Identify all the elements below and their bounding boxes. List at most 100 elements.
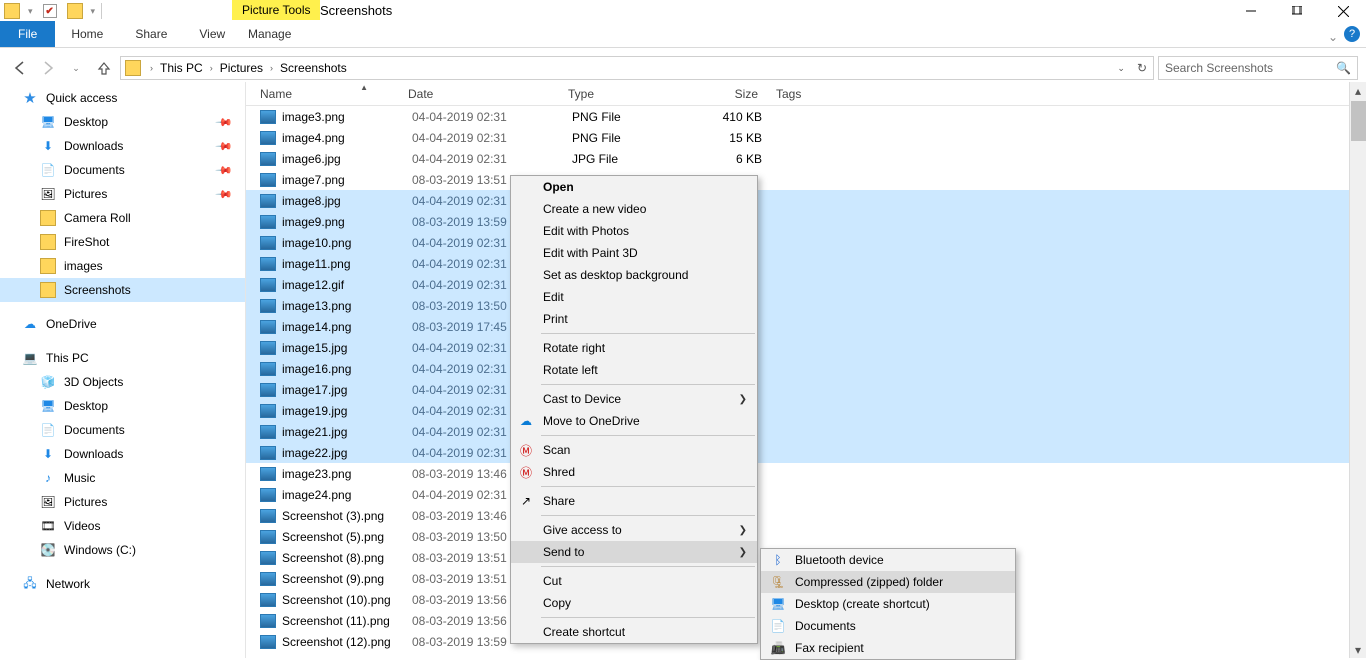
address-dropdown-icon[interactable]: ⌄: [1111, 63, 1131, 74]
sendto-desktop-shortcut[interactable]: 🖥Desktop (create shortcut): [761, 593, 1015, 615]
nav-downloads[interactable]: ⬇Downloads📌: [0, 134, 245, 158]
file-row[interactable]: image21.jpg04-04-2019 02:31: [246, 421, 1366, 442]
ctx-shred[interactable]: ⓂShred: [511, 461, 757, 483]
ctx-send-to[interactable]: Send to❯: [511, 541, 757, 563]
file-row[interactable]: Screenshot (3).png08-03-2019 13:46: [246, 505, 1366, 526]
ctx-give-access[interactable]: Give access to❯: [511, 519, 757, 541]
ctx-create-video[interactable]: Create a new video: [511, 198, 757, 220]
nav-3dobjects[interactable]: 🧊3D Objects: [0, 370, 245, 394]
file-row[interactable]: image12.gif04-04-2019 02:31: [246, 274, 1366, 295]
file-row[interactable]: image16.png04-04-2019 02:31: [246, 358, 1366, 379]
chevron-right-icon[interactable]: ›: [205, 63, 218, 73]
ctx-cut[interactable]: Cut: [511, 570, 757, 592]
nav-cameraroll[interactable]: Camera Roll: [0, 206, 245, 230]
file-row[interactable]: image8.jpg04-04-2019 02:31: [246, 190, 1366, 211]
nav-videos[interactable]: 🎞Videos: [0, 514, 245, 538]
file-row[interactable]: image17.jpg04-04-2019 02:31: [246, 379, 1366, 400]
refresh-button[interactable]: ↻: [1131, 61, 1153, 75]
col-size[interactable]: Size: [692, 87, 766, 101]
chevron-right-icon[interactable]: ›: [265, 63, 278, 73]
search-input[interactable]: Search Screenshots 🔍: [1158, 56, 1358, 80]
nav-onedrive[interactable]: ☁OneDrive: [0, 312, 245, 336]
nav-downloads2[interactable]: ⬇Downloads: [0, 442, 245, 466]
file-row[interactable]: image19.jpg04-04-2019 02:31: [246, 400, 1366, 421]
nav-windowsc[interactable]: 💽Windows (C:): [0, 538, 245, 562]
sendto-bluetooth[interactable]: ᛒBluetooth device: [761, 549, 1015, 571]
nav-fireshot[interactable]: FireShot: [0, 230, 245, 254]
back-button[interactable]: [8, 56, 32, 80]
file-row[interactable]: image15.jpg04-04-2019 02:31: [246, 337, 1366, 358]
nav-pictures2[interactable]: 🖼Pictures: [0, 490, 245, 514]
recent-locations-button[interactable]: ⌄: [64, 56, 88, 80]
ctx-move-onedrive[interactable]: ☁Move to OneDrive: [511, 410, 757, 432]
file-row[interactable]: image6.jpg04-04-2019 02:31JPG File6 KB: [246, 148, 1366, 169]
tab-file[interactable]: File: [0, 21, 55, 47]
nav-desktop[interactable]: 🖥Desktop📌: [0, 110, 245, 134]
sendto-compressed-folder[interactable]: 🗜Compressed (zipped) folder: [761, 571, 1015, 593]
chevron-right-icon[interactable]: ›: [145, 63, 158, 73]
close-button[interactable]: [1320, 0, 1366, 22]
file-row[interactable]: image13.png08-03-2019 13:50: [246, 295, 1366, 316]
file-row[interactable]: image22.jpg04-04-2019 02:31: [246, 442, 1366, 463]
tab-home[interactable]: Home: [55, 21, 119, 47]
nav-documents2[interactable]: 📄Documents: [0, 418, 245, 442]
col-date[interactable]: Date: [408, 87, 568, 101]
file-row[interactable]: image10.png04-04-2019 02:31: [246, 232, 1366, 253]
nav-documents[interactable]: 📄Documents📌: [0, 158, 245, 182]
maximize-button[interactable]: [1274, 0, 1320, 22]
minimize-button[interactable]: [1228, 0, 1274, 22]
ctx-rotate-left[interactable]: Rotate left: [511, 359, 757, 381]
scroll-thumb[interactable]: [1351, 101, 1366, 141]
file-row[interactable]: image11.png04-04-2019 02:31: [246, 253, 1366, 274]
file-row[interactable]: image14.png08-03-2019 17:45: [246, 316, 1366, 337]
nav-music[interactable]: ♪Music: [0, 466, 245, 490]
ctx-edit[interactable]: Edit: [511, 286, 757, 308]
breadcrumb-thispc[interactable]: This PC: [158, 61, 205, 75]
sendto-fax[interactable]: 📠Fax recipient: [761, 637, 1015, 659]
vertical-scrollbar[interactable]: ▴ ▾: [1349, 82, 1366, 658]
tab-manage[interactable]: Manage: [232, 21, 307, 47]
col-name[interactable]: Name▲: [260, 87, 408, 101]
file-row[interactable]: image24.png04-04-2019 02:31: [246, 484, 1366, 505]
nav-network[interactable]: 🖧Network: [0, 572, 245, 596]
forward-button[interactable]: [36, 56, 60, 80]
ctx-edit-photos[interactable]: Edit with Photos: [511, 220, 757, 242]
help-icon[interactable]: ?: [1344, 26, 1360, 42]
ctx-set-background[interactable]: Set as desktop background: [511, 264, 757, 286]
col-type[interactable]: Type: [568, 87, 692, 101]
file-row[interactable]: image23.png08-03-2019 13:46: [246, 463, 1366, 484]
file-row[interactable]: image4.png04-04-2019 02:31PNG File15 KB: [246, 127, 1366, 148]
tab-share[interactable]: Share: [119, 21, 183, 47]
nav-pictures[interactable]: 🖼Pictures📌: [0, 182, 245, 206]
ctx-share[interactable]: ↗Share: [511, 490, 757, 512]
nav-screenshots[interactable]: Screenshots: [0, 278, 245, 302]
ctx-cast[interactable]: Cast to Device❯: [511, 388, 757, 410]
ctx-copy[interactable]: Copy: [511, 592, 757, 614]
file-row[interactable]: image7.png08-03-2019 13:51: [246, 169, 1366, 190]
scroll-up-icon[interactable]: ▴: [1350, 82, 1366, 99]
col-tags[interactable]: Tags: [766, 87, 801, 101]
breadcrumb-screenshots[interactable]: Screenshots: [278, 61, 349, 75]
breadcrumb-pictures[interactable]: Pictures: [218, 61, 265, 75]
nav-thispc[interactable]: 💻This PC: [0, 346, 245, 370]
qat-newfolder-icon[interactable]: [67, 3, 83, 19]
ctx-create-shortcut[interactable]: Create shortcut: [511, 621, 757, 643]
ctx-open[interactable]: Open: [511, 176, 757, 198]
address-bar[interactable]: › This PC › Pictures › Screenshots ⌄ ↻: [120, 56, 1154, 80]
ctx-rotate-right[interactable]: Rotate right: [511, 337, 757, 359]
qat-properties-icon[interactable]: ✔: [43, 4, 57, 18]
sendto-documents[interactable]: 📄Documents: [761, 615, 1015, 637]
scroll-down-icon[interactable]: ▾: [1350, 641, 1366, 658]
ctx-scan[interactable]: ⓂScan: [511, 439, 757, 461]
nav-desktop2[interactable]: 🖥Desktop: [0, 394, 245, 418]
up-button[interactable]: [92, 56, 116, 80]
ctx-edit-paint3d[interactable]: Edit with Paint 3D: [511, 242, 757, 264]
nav-images[interactable]: images: [0, 254, 245, 278]
file-row[interactable]: image9.png08-03-2019 13:59: [246, 211, 1366, 232]
ribbon-expand-icon[interactable]: ⌄: [1328, 30, 1338, 44]
file-row[interactable]: Screenshot (5).png08-03-2019 13:50: [246, 526, 1366, 547]
file-row[interactable]: image3.png04-04-2019 02:31PNG File410 KB: [246, 106, 1366, 127]
nav-quick-access[interactable]: ★Quick access: [0, 86, 245, 110]
ctx-print[interactable]: Print: [511, 308, 757, 330]
qat-dropdown-icon[interactable]: ▾: [91, 6, 96, 17]
